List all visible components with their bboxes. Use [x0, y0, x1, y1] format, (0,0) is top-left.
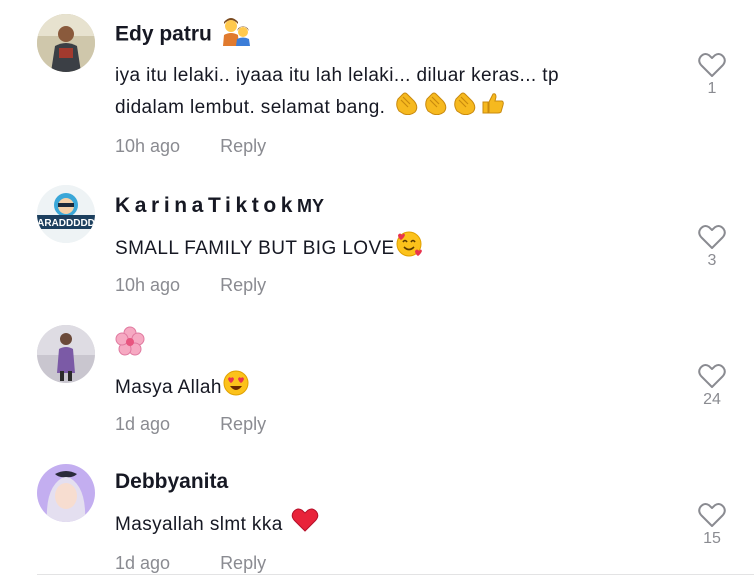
comment-username[interactable]: Debbyanita [115, 470, 228, 494]
red-heart-emoji-icon [291, 507, 319, 543]
divider [37, 574, 754, 575]
heart-outline-icon[interactable] [698, 502, 726, 528]
like-button[interactable]: 15 [694, 502, 730, 548]
comment-meta: 1d ago Reply [115, 553, 266, 574]
avatar[interactable] [37, 464, 95, 522]
comment-item: Debbyanita Masyallah slmt kka 1d ago Repl… [0, 0, 754, 576]
comment-timestamp: 1d ago [115, 553, 171, 573]
reply-button[interactable]: Reply [220, 553, 266, 573]
like-count: 15 [703, 530, 721, 547]
comment-text: Masyallah slmt kka [115, 507, 675, 543]
